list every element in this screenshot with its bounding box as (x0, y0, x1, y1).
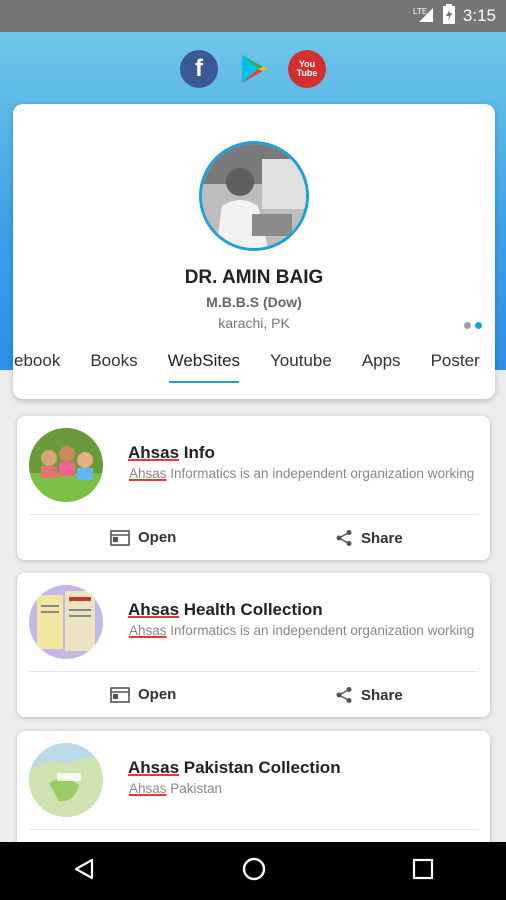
card-thumbnail (29, 743, 103, 817)
svg-text:LTE: LTE (413, 7, 427, 16)
page-dot (464, 322, 471, 329)
website-card: Ahsas Pakistan Collection Ahsas Pakistan (17, 731, 490, 851)
status-bar: LTE 3:15 (0, 0, 506, 32)
tab-facebook[interactable]: ebook (13, 351, 75, 371)
card-title[interactable]: Ahsas Health Collection (128, 600, 323, 620)
profile-location: karachi, PK (218, 315, 290, 331)
page-indicator (464, 322, 482, 329)
youtube-icon[interactable]: You Tube (288, 50, 326, 88)
card-thumbnail (29, 428, 103, 502)
battery-icon (442, 3, 455, 29)
tab-books[interactable]: Books (75, 351, 152, 371)
facebook-icon[interactable]: f (180, 50, 218, 88)
website-card: Ahsas Info Ahsas Informatics is an indep… (17, 416, 490, 560)
share-button[interactable]: Share (335, 686, 403, 704)
share-button[interactable]: Share (335, 529, 403, 547)
profile-degree: M.B.B.S (Dow) (206, 294, 302, 310)
profile-name: DR. AMIN BAIG (184, 267, 324, 288)
card-title[interactable]: Ahsas Info (128, 443, 215, 463)
share-icon (336, 687, 352, 703)
page-dot-active (475, 322, 482, 329)
tab-youtube[interactable]: Youtube (255, 351, 347, 371)
back-icon[interactable] (72, 857, 96, 886)
signal-icon: LTE (413, 5, 435, 28)
category-tabs: ebook Books WebSites Youtube Apps Poster (13, 341, 495, 383)
website-card: Ahsas Health Collection Ahsas Informatic… (17, 573, 490, 717)
card-title[interactable]: Ahsas Pakistan Collection (128, 758, 341, 778)
card-description: Ahsas Informatics is an independent orga… (129, 623, 475, 638)
recents-icon[interactable] (412, 858, 434, 885)
google-play-icon[interactable] (234, 50, 272, 88)
social-links: f You Tube (0, 50, 506, 88)
browser-icon (110, 686, 130, 703)
share-icon (336, 530, 352, 546)
navigation-bar (0, 842, 506, 900)
tab-poster[interactable]: Poster (416, 351, 495, 371)
clock: 3:15 (462, 6, 496, 25)
card-description: Ahsas Pakistan (129, 781, 223, 796)
avatar (199, 141, 309, 251)
card-description: Ahsas Informatics is an independent orga… (129, 466, 475, 481)
card-divider (29, 829, 478, 830)
tab-websites[interactable]: WebSites (153, 351, 255, 383)
home-icon[interactable] (241, 856, 267, 887)
browser-icon (110, 529, 130, 546)
card-thumbnail (29, 585, 103, 659)
open-button[interactable]: Open (110, 686, 176, 703)
open-button[interactable]: Open (110, 529, 176, 546)
card-divider (29, 671, 478, 672)
card-divider (29, 514, 478, 515)
profile-card: DR. AMIN BAIG M.B.B.S (Dow) karachi, PK … (13, 104, 495, 399)
tab-apps[interactable]: Apps (347, 351, 416, 371)
